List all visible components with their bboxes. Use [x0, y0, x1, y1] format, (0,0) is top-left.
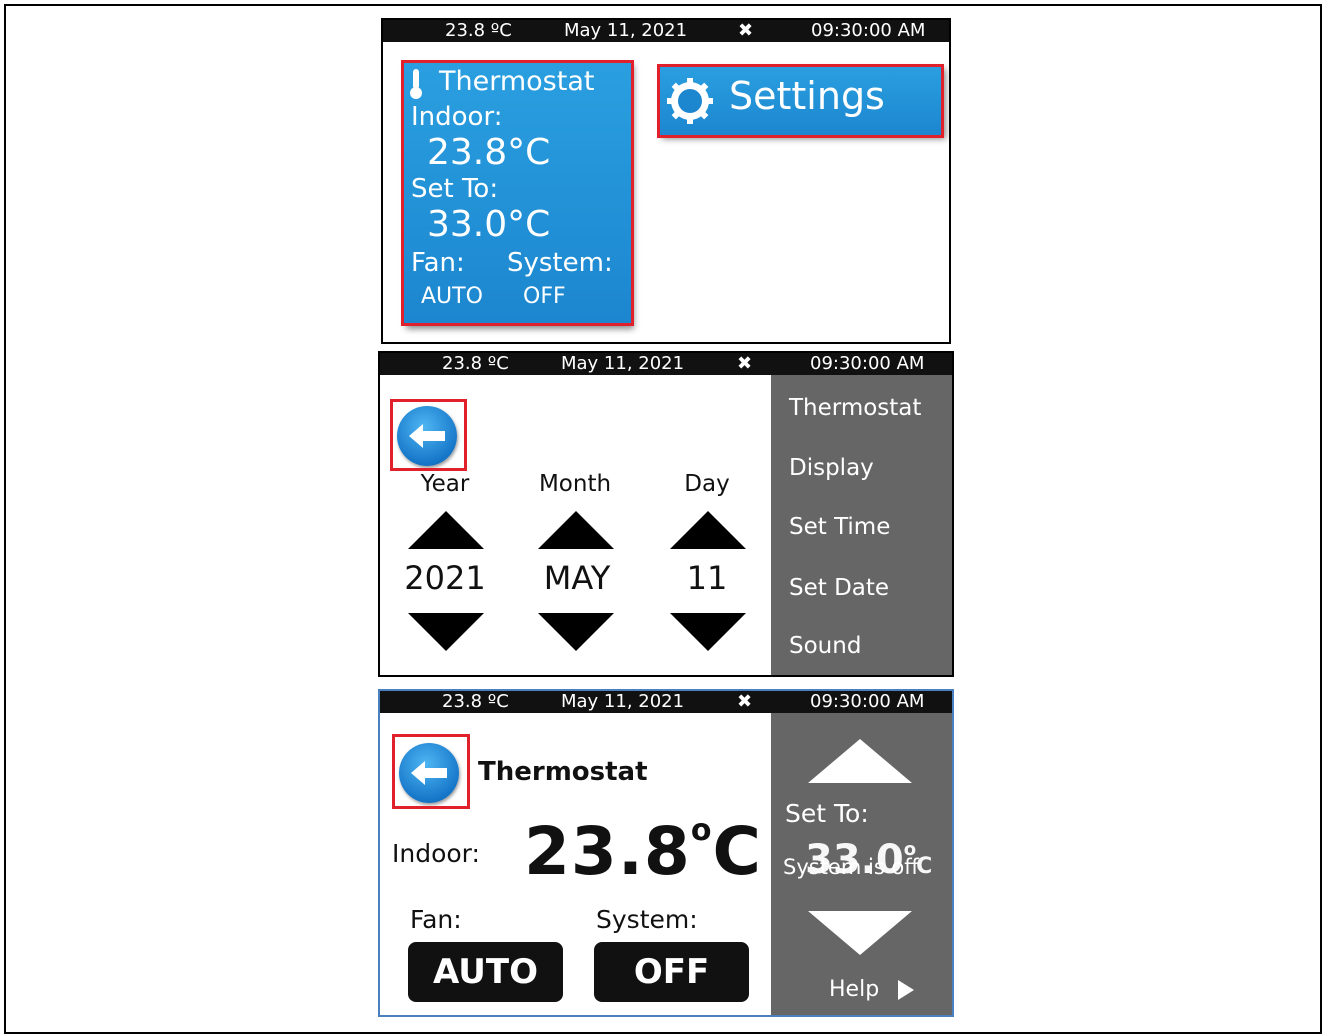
status-date: May 11, 2021 — [564, 20, 688, 41]
indoor-label: Indoor: — [392, 839, 480, 868]
setpoint-value: 33.0oC — [805, 837, 932, 883]
fan-label: Fan: — [410, 905, 462, 934]
setpoint-degree: o — [903, 839, 917, 860]
setpoint-down-button[interactable] — [808, 911, 912, 955]
status-date: May 11, 2021 — [561, 691, 685, 712]
status-temperature: 23.8 ºC — [445, 20, 512, 41]
menu-item-display[interactable]: Display — [789, 455, 874, 481]
help-button[interactable]: Help — [829, 977, 915, 1002]
back-button-highlight — [392, 734, 470, 809]
setpoint-unit: C — [916, 854, 933, 879]
status-date: May 11, 2021 — [561, 353, 685, 374]
indoor-temperature: 23.8oC — [524, 813, 762, 890]
year-up-button[interactable] — [408, 511, 484, 549]
month-value: MAY — [543, 559, 611, 597]
status-temperature: 23.8 ºC — [442, 691, 509, 712]
day-down-button[interactable] — [670, 613, 746, 651]
help-label: Help — [829, 977, 880, 1002]
fan-icon: ✖ — [737, 353, 753, 374]
back-button-highlight — [390, 399, 467, 471]
fan-icon: ✖ — [737, 691, 753, 712]
status-temperature: 23.8 ºC — [442, 353, 509, 374]
status-bar: 23.8 ºC May 11, 2021 ✖ 09:30:00 AM — [380, 691, 952, 713]
indoor-unit: C — [712, 813, 762, 890]
setpoint-up-button[interactable] — [808, 739, 912, 783]
status-time: 09:30:00 AM — [811, 20, 926, 41]
status-time: 09:30:00 AM — [810, 691, 925, 712]
month-label: Month — [538, 471, 612, 497]
month-up-button[interactable] — [538, 511, 614, 549]
thermostat-highlight — [401, 60, 634, 326]
menu-item-thermostat[interactable]: Thermostat — [789, 395, 921, 421]
fan-mode-button[interactable]: AUTO — [408, 942, 563, 1002]
system-label: System: — [596, 905, 698, 934]
settings-highlight — [657, 64, 944, 138]
degree-mark: o — [690, 813, 713, 848]
setpoint-panel: Set To: System is off 33.0oC Help — [771, 713, 952, 1015]
year-label: Year — [420, 471, 470, 497]
home-screen: 23.8 ºC May 11, 2021 ✖ 09:30:00 AM Therm… — [381, 18, 951, 344]
status-time: 09:30:00 AM — [810, 353, 925, 374]
thermostat-screen: 23.8 ºC May 11, 2021 ✖ 09:30:00 AM Therm… — [378, 689, 954, 1017]
page-title: Thermostat — [478, 757, 648, 787]
fan-icon: ✖ — [738, 20, 754, 41]
indoor-value: 23.8 — [524, 813, 691, 890]
day-value: 11 — [686, 559, 728, 597]
play-icon — [898, 980, 915, 1000]
menu-item-sound[interactable]: Sound — [789, 633, 861, 659]
system-mode-button[interactable]: OFF — [594, 942, 749, 1002]
day-up-button[interactable] — [670, 511, 746, 549]
year-value: 2021 — [404, 559, 486, 597]
settings-menu: Thermostat Display Set Time Set Date Sou… — [771, 375, 952, 675]
menu-item-set-date[interactable]: Set Date — [789, 575, 889, 601]
year-down-button[interactable] — [408, 613, 484, 651]
setpoint-number: 33.0 — [805, 837, 904, 883]
status-bar: 23.8 ºC May 11, 2021 ✖ 09:30:00 AM — [380, 353, 952, 375]
status-bar: 23.8 ºC May 11, 2021 ✖ 09:30:00 AM — [383, 20, 949, 42]
set-date-screen: 23.8 ºC May 11, 2021 ✖ 09:30:00 AM Year … — [378, 351, 954, 677]
month-down-button[interactable] — [538, 613, 614, 651]
day-label: Day — [684, 471, 730, 497]
set-to-label: Set To: — [785, 799, 869, 828]
menu-item-set-time[interactable]: Set Time — [789, 514, 890, 540]
